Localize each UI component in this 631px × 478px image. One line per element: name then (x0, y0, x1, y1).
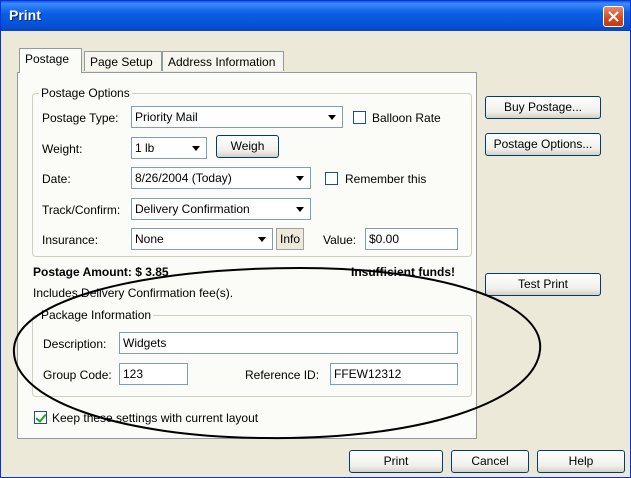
annotation-ellipse (12, 266, 542, 440)
tab-postage[interactable]: Postage (19, 48, 82, 73)
